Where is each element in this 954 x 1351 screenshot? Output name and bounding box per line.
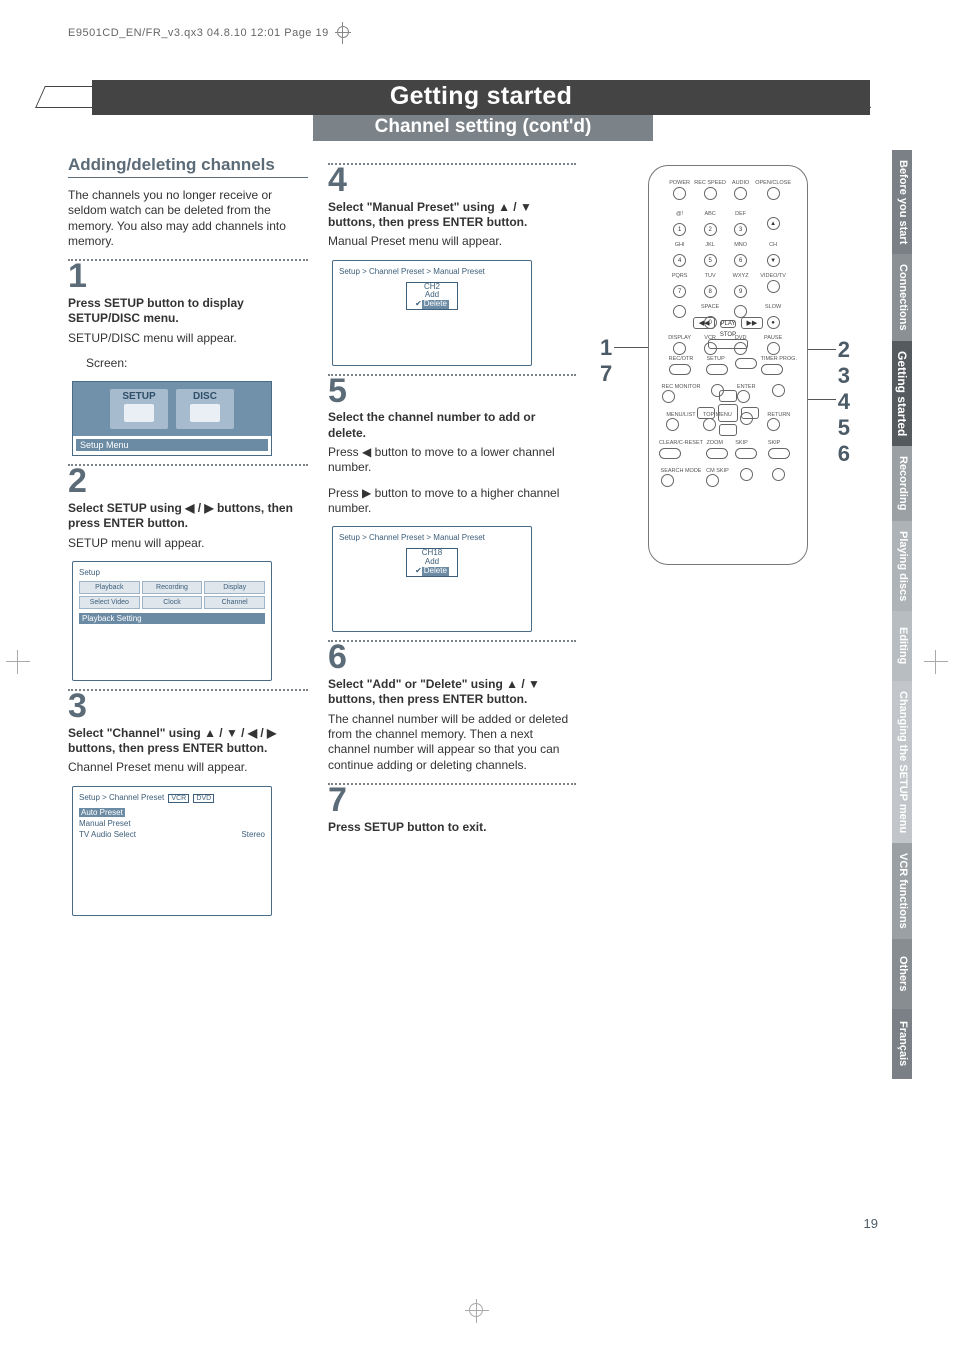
osd-tab-setup: SETUP bbox=[110, 391, 168, 402]
osd-setup-menu: Setup Playback Recording Display Select … bbox=[72, 561, 272, 681]
step-4-instruction: Select "Manual Preset" using ▲ / ▼ butto… bbox=[328, 200, 576, 231]
osd-cell: Recording bbox=[142, 581, 203, 594]
side-tabs: Before you start Connections Getting sta… bbox=[892, 150, 912, 1079]
osd-cell: Channel bbox=[204, 596, 265, 609]
callout-7: 7 bbox=[600, 361, 612, 387]
step-6-text: The channel number will be added or dele… bbox=[328, 712, 576, 773]
tab-playing-discs: Playing discs bbox=[892, 521, 912, 611]
crop-mark bbox=[6, 650, 30, 674]
remote-stop-label: STOP bbox=[669, 332, 787, 338]
osd-delete: Delete bbox=[422, 567, 449, 576]
registration-mark bbox=[335, 22, 351, 44]
callout-4: 4 bbox=[838, 389, 850, 415]
osd-row: Auto Preset bbox=[79, 808, 125, 817]
step-5-text-1: Press ◀ button to move to a lower channe… bbox=[328, 445, 576, 476]
step-2-text: SETUP menu will appear. bbox=[68, 536, 308, 551]
osd-setup-caption: Playback Setting bbox=[79, 613, 265, 624]
step-number-1: 1 bbox=[68, 261, 308, 292]
remote-illustration: 1 7 2 3 4 5 6 POWERREC SPEEDAUDIOOPEN/CL… bbox=[608, 165, 836, 585]
osd-tab-disc: DISC bbox=[176, 391, 234, 402]
tab-recording: Recording bbox=[892, 446, 912, 520]
step-number-3: 3 bbox=[68, 691, 308, 722]
osd-chpreset-title: Setup > Channel Preset bbox=[79, 793, 164, 802]
remote-play-button: PLAY bbox=[720, 320, 737, 328]
step-4-text: Manual Preset menu will appear. bbox=[328, 234, 576, 249]
osd-cell: Select Video bbox=[79, 596, 140, 609]
callout-6: 6 bbox=[838, 441, 850, 467]
osd-manual1-title: Setup > Channel Preset > Manual Preset bbox=[339, 267, 525, 276]
step-3-text: Channel Preset menu will appear. bbox=[68, 760, 308, 775]
osd-caption: Setup Menu bbox=[76, 439, 268, 451]
tab-vcr-functions: VCR functions bbox=[892, 843, 912, 939]
callout-1: 1 bbox=[600, 335, 612, 361]
tab-connections: Connections bbox=[892, 254, 912, 341]
osd-channel-preset: Setup > Channel Preset VCR DVD Auto Pres… bbox=[72, 786, 272, 916]
title-ribbon: Getting started bbox=[68, 80, 898, 115]
page-number: 19 bbox=[864, 1216, 878, 1231]
step-number-4: 4 bbox=[328, 165, 576, 196]
tab-others: Others bbox=[892, 939, 912, 1009]
osd-cell: Clock bbox=[142, 596, 203, 609]
osd-row-val: Stereo bbox=[241, 830, 265, 839]
osd-delete: Delete bbox=[422, 300, 449, 309]
osd-setup-title: Setup bbox=[79, 568, 265, 577]
osd-cell: Playback bbox=[79, 581, 140, 594]
crop-mark bbox=[465, 1299, 489, 1323]
remote-ff-icon: ▶▶ bbox=[741, 317, 763, 329]
osd-row: TV Audio Select bbox=[79, 830, 136, 839]
step-6-instruction: Select "Add" or "Delete" using ▲ / ▼ but… bbox=[328, 677, 576, 708]
step-1-instruction: Press SETUP button to display SETUP/DISC… bbox=[68, 296, 308, 327]
osd-cell: Display bbox=[204, 581, 265, 594]
step-3-instruction: Select "Channel" using ▲ / ▼ / ◀ / ▶ but… bbox=[68, 726, 308, 757]
tab-before-you-start: Before you start bbox=[892, 150, 912, 254]
tab-changing-setup: Changing the SETUP menu bbox=[892, 681, 912, 843]
step-number-7: 7 bbox=[328, 785, 576, 816]
step-number-6: 6 bbox=[328, 642, 576, 673]
step-5-text-2: Press ▶ button to move to a higher chann… bbox=[328, 486, 576, 517]
callout-3: 3 bbox=[838, 363, 850, 389]
osd-row: Manual Preset bbox=[79, 819, 131, 828]
page-title: Getting started bbox=[92, 80, 870, 115]
callout-2: 2 bbox=[838, 337, 850, 363]
step-1-text: SETUP/DISC menu will appear. bbox=[68, 331, 308, 346]
osd-tag-vcr: VCR bbox=[168, 794, 189, 803]
intro-paragraph: The channels you no longer receive or se… bbox=[68, 188, 308, 249]
meta-text: E9501CD_EN/FR_v3.qx3 04.8.10 12:01 Page … bbox=[68, 27, 329, 39]
osd-manual-2: Setup > Channel Preset > Manual Preset C… bbox=[332, 526, 532, 632]
osd-manual-1: Setup > Channel Preset > Manual Preset C… bbox=[332, 260, 532, 366]
crop-mark bbox=[924, 650, 948, 674]
tab-francais: Français bbox=[892, 1009, 912, 1079]
step-7-instruction: Press SETUP button to exit. bbox=[328, 820, 576, 835]
content-columns: Adding/deleting channels The channels yo… bbox=[68, 149, 898, 924]
remote-dpad bbox=[693, 388, 763, 438]
remote-rewind-icon: ◀◀ bbox=[693, 317, 715, 329]
step-number-5: 5 bbox=[328, 376, 576, 407]
tab-getting-started: Getting started bbox=[892, 341, 912, 446]
osd-manual2-title: Setup > Channel Preset > Manual Preset bbox=[339, 533, 525, 542]
step-1-sub: Screen: bbox=[68, 356, 308, 371]
step-2-instruction: Select SETUP using ◀ / ▶ buttons, then p… bbox=[68, 501, 308, 532]
osd-tag-dvd: DVD bbox=[193, 794, 214, 803]
section-heading: Adding/deleting channels bbox=[68, 155, 308, 178]
step-number-2: 2 bbox=[68, 466, 308, 497]
osd-setup-disc: SETUP DISC Setup Menu bbox=[72, 381, 272, 456]
print-meta: E9501CD_EN/FR_v3.qx3 04.8.10 12:01 Page … bbox=[68, 22, 898, 44]
callout-5: 5 bbox=[838, 415, 850, 441]
section-subtitle: Channel setting (cont'd) bbox=[313, 115, 653, 141]
tab-editing: Editing bbox=[892, 611, 912, 681]
step-5-instruction: Select the channel number to add or dele… bbox=[328, 410, 576, 441]
